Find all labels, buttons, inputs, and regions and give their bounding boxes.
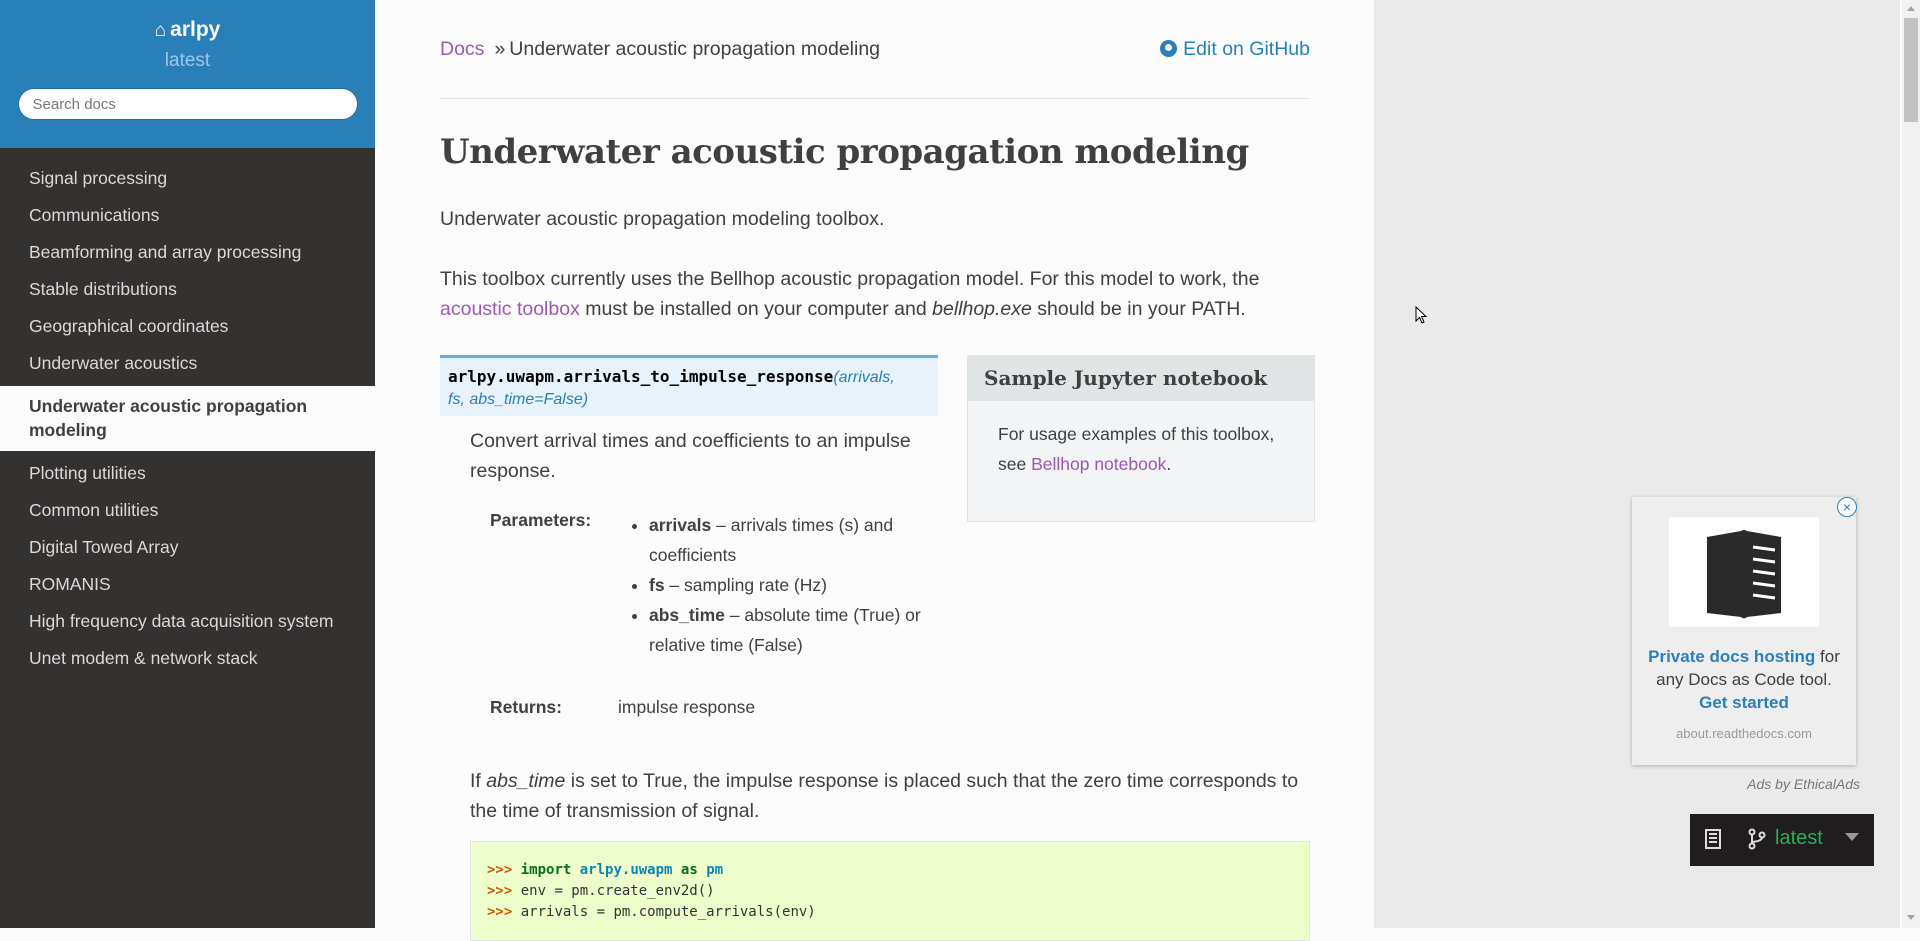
- function-name: arlpy.uwapm.arrivals_to_impulse_response: [448, 367, 834, 386]
- home-icon: ⌂: [154, 20, 167, 41]
- breadcrumb-current: Underwater acoustic propagation modeling: [509, 38, 881, 60]
- sidebar-item[interactable]: Common utilities: [0, 492, 375, 529]
- sidebar-item[interactable]: Geographical coordinates: [0, 308, 375, 345]
- returns-value: impulse response: [618, 697, 756, 717]
- breadcrumb: Docs » Underwater acoustic propagation mod…: [440, 38, 880, 61]
- sidebar-nav: Signal processing Communications Beamformi…: [0, 148, 375, 677]
- code-prompt: >>>: [487, 862, 513, 878]
- sidebar-item[interactable]: Underwater acoustics: [0, 345, 375, 382]
- breadcrumb-docs-link[interactable]: Docs: [440, 38, 484, 60]
- ad-close-button[interactable]: ×: [1837, 497, 1857, 517]
- page-title: Underwater acoustic propagation modeling: [440, 132, 1249, 172]
- returns-label: Returns:: [490, 697, 562, 717]
- ad-domain: about.readthedocs.com: [1676, 726, 1812, 741]
- function-args: (arrivals,: [833, 369, 895, 386]
- function-signature: arlpy.uwapm.arrivals_to_impulse_response…: [440, 355, 938, 416]
- code-line: >>> arrivals = pm.compute_arrivals(env): [487, 902, 1309, 923]
- ad-box[interactable]: × Private docs hosting for any Docs as C…: [1632, 497, 1857, 765]
- sidebar-item[interactable]: Unet modem & network stack: [0, 640, 375, 677]
- function-description: Convert arrival times and coefficients t…: [470, 430, 911, 482]
- notebook-box-end: .: [1166, 454, 1172, 474]
- bellhop-notebook-link[interactable]: Bellhop notebook: [1031, 454, 1166, 474]
- parameter-name: arrivals: [649, 515, 712, 535]
- sidebar-header: ⌂ arlpy latest: [0, 0, 375, 148]
- version-label: latest: [164, 50, 211, 71]
- code-prompt: >>>: [487, 904, 513, 920]
- parameters-label: Parameters:: [490, 510, 592, 530]
- parameter-name: abs_time: [649, 605, 725, 625]
- main-content: Docs» Underwater acoustic propagation mod…: [375, 0, 1374, 941]
- notebook-box-title: Sample Jupyter notebook: [968, 356, 1314, 401]
- description-paragraph: This toolbox currently uses the Bellhop …: [440, 264, 1310, 324]
- acoustic-toolbox-link[interactable]: acoustic toolbox: [440, 298, 580, 320]
- code-example: >>> import arlpy.uwapm as pm >>> env = pm…: [470, 841, 1310, 941]
- mouse-cursor-icon: [1415, 305, 1429, 331]
- code-text: arrivals = pm.compute_arrivals(env): [520, 904, 816, 920]
- code-text: import arlpy.uwapm as pm: [520, 862, 724, 878]
- parameter-item: abs_time – absolute time (True) or relat…: [649, 600, 949, 660]
- sidebar-item[interactable]: Plotting utilities: [0, 455, 375, 492]
- breadcrumb-separator: »: [494, 38, 506, 60]
- search-input[interactable]: [17, 88, 358, 120]
- scrollbar[interactable]: [1902, 0, 1920, 928]
- code-text: env = pm.create_env2d(): [520, 883, 715, 899]
- project-link[interactable]: ⌂ arlpy: [0, 0, 375, 42]
- sidebar-item[interactable]: Underwater acoustic propagation modeling: [0, 386, 375, 451]
- note-text-2: is set to True, the impulse response is …: [470, 770, 1299, 822]
- scrollbar-thumb[interactable]: [1904, 18, 1918, 122]
- project-name: arlpy: [170, 18, 221, 41]
- function-args-rest: fs, abs_time=False): [448, 391, 589, 408]
- sidebar-item[interactable]: ROMANIS: [0, 566, 375, 603]
- github-icon: [1160, 40, 1178, 57]
- scroll-up-arrow[interactable]: [1907, 6, 1915, 11]
- edit-on-github-link[interactable]: Edit on GitHub: [1160, 38, 1310, 61]
- description-text-3: should be in your PATH.: [1031, 298, 1246, 320]
- parameters-list: arrivals – arrivals times (s) and coeffi…: [625, 510, 949, 660]
- code-line: >>> env = pm.create_env2d(): [487, 881, 1309, 902]
- book-icon: [1704, 828, 1722, 855]
- code-line: >>> import arlpy.uwapm as pm: [487, 860, 1309, 881]
- bellhop-exe-text: bellhop.exe: [932, 298, 1032, 320]
- sidebar-item[interactable]: Signal processing: [0, 160, 375, 197]
- caret-down-icon: [1845, 833, 1859, 841]
- notebook-sidebar-box: Sample Jupyter notebook For usage exampl…: [967, 355, 1315, 522]
- parameter-item: fs – sampling rate (Hz): [649, 570, 949, 600]
- parameter-item: arrivals – arrivals times (s) and coeffi…: [649, 510, 949, 570]
- parameter-description: – sampling rate (Hz): [664, 575, 827, 595]
- ad-cta[interactable]: Get started: [1699, 693, 1789, 712]
- note-text: If: [470, 770, 487, 792]
- description-text: This toolbox currently uses the Bellhop …: [440, 268, 1260, 290]
- sidebar-item[interactable]: Beamforming and array processing: [0, 234, 375, 271]
- edit-on-github-label: Edit on GitHub: [1183, 38, 1310, 60]
- notebook-box-body: For usage examples of this toolbox, see …: [968, 401, 1314, 497]
- version-label-current: latest: [1775, 827, 1823, 849]
- sidebar-item[interactable]: Communications: [0, 197, 375, 234]
- git-branch-icon: [1747, 828, 1767, 855]
- divider: [440, 98, 1310, 99]
- note-italic: abs_time: [486, 770, 566, 792]
- ad-text[interactable]: Private docs hosting for any Docs as Cod…: [1642, 645, 1846, 714]
- ads-by-ethicalads[interactable]: Ads by EthicalAds: [1700, 776, 1860, 792]
- note-paragraph: If abs_time is set to True, the impulse …: [470, 766, 1320, 826]
- description-text-2: must be installed on your computer and: [579, 298, 933, 320]
- sidebar-item[interactable]: High frequency data acquisition system: [0, 603, 375, 640]
- intro-paragraph: Underwater acoustic propagation modeling…: [440, 208, 885, 230]
- ad-headline[interactable]: Private docs hosting: [1648, 647, 1815, 666]
- sidebar-item[interactable]: Digital Towed Array: [0, 529, 375, 566]
- code-prompt: >>>: [487, 883, 513, 899]
- ad-book-icon[interactable]: [1669, 517, 1819, 627]
- scroll-down-arrow[interactable]: [1907, 915, 1915, 920]
- sidebar: ⌂arlpy latest Signal processingCommunica…: [0, 0, 375, 928]
- version-switcher[interactable]: latest: [1690, 814, 1874, 866]
- parameter-name: fs: [649, 575, 665, 595]
- sidebar-item[interactable]: Stable distributions: [0, 271, 375, 308]
